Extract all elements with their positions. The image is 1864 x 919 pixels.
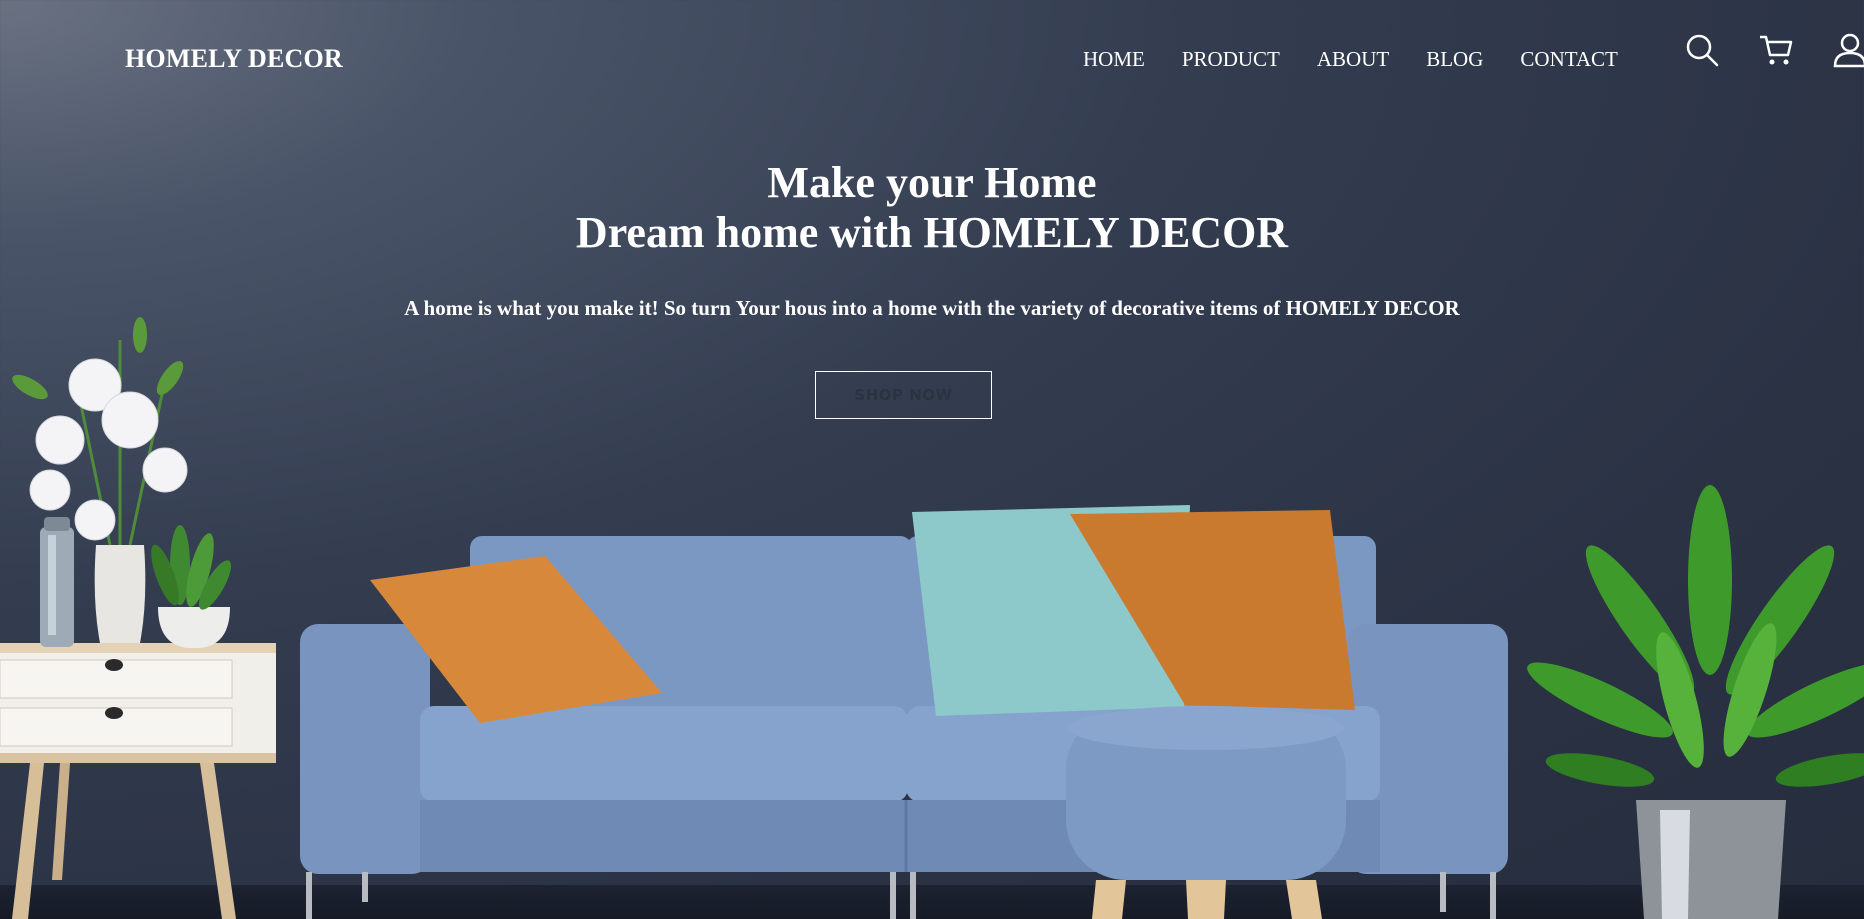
shop-now-button[interactable]: SHOP NOW [815,371,992,419]
nav-home[interactable]: HOME [1083,47,1145,72]
hero-subtitle: A home is what you make it! So turn Your… [404,296,1460,320]
hero-scene-illustration [0,317,1864,919]
flower-vase [12,317,188,643]
main-nav: HOME PRODUCT ABOUT BLOG CONTACT [1083,47,1655,72]
header-icons [1684,32,1864,68]
bottle [40,517,74,647]
nav-contact[interactable]: CONTACT [1520,47,1617,72]
nav-product[interactable]: PRODUCT [1182,47,1280,72]
brand-logo[interactable]: HOMELY DECOR [125,44,343,74]
search-icon[interactable] [1684,32,1720,68]
succulent-pot [151,525,232,648]
user-icon[interactable] [1832,32,1864,68]
hero-title-line2: Dream home with HOMELY DECOR [575,208,1289,257]
plant-right [1527,485,1864,919]
ottoman [1066,706,1346,919]
hero-title-line1: Make your Home [767,158,1097,207]
nav-blog[interactable]: BLOG [1426,47,1483,72]
side-table [0,643,276,919]
hero-title: Make your Home Dream home with HOMELY DE… [0,158,1864,258]
nav-about[interactable]: ABOUT [1317,47,1389,72]
cart-icon[interactable] [1758,32,1794,68]
